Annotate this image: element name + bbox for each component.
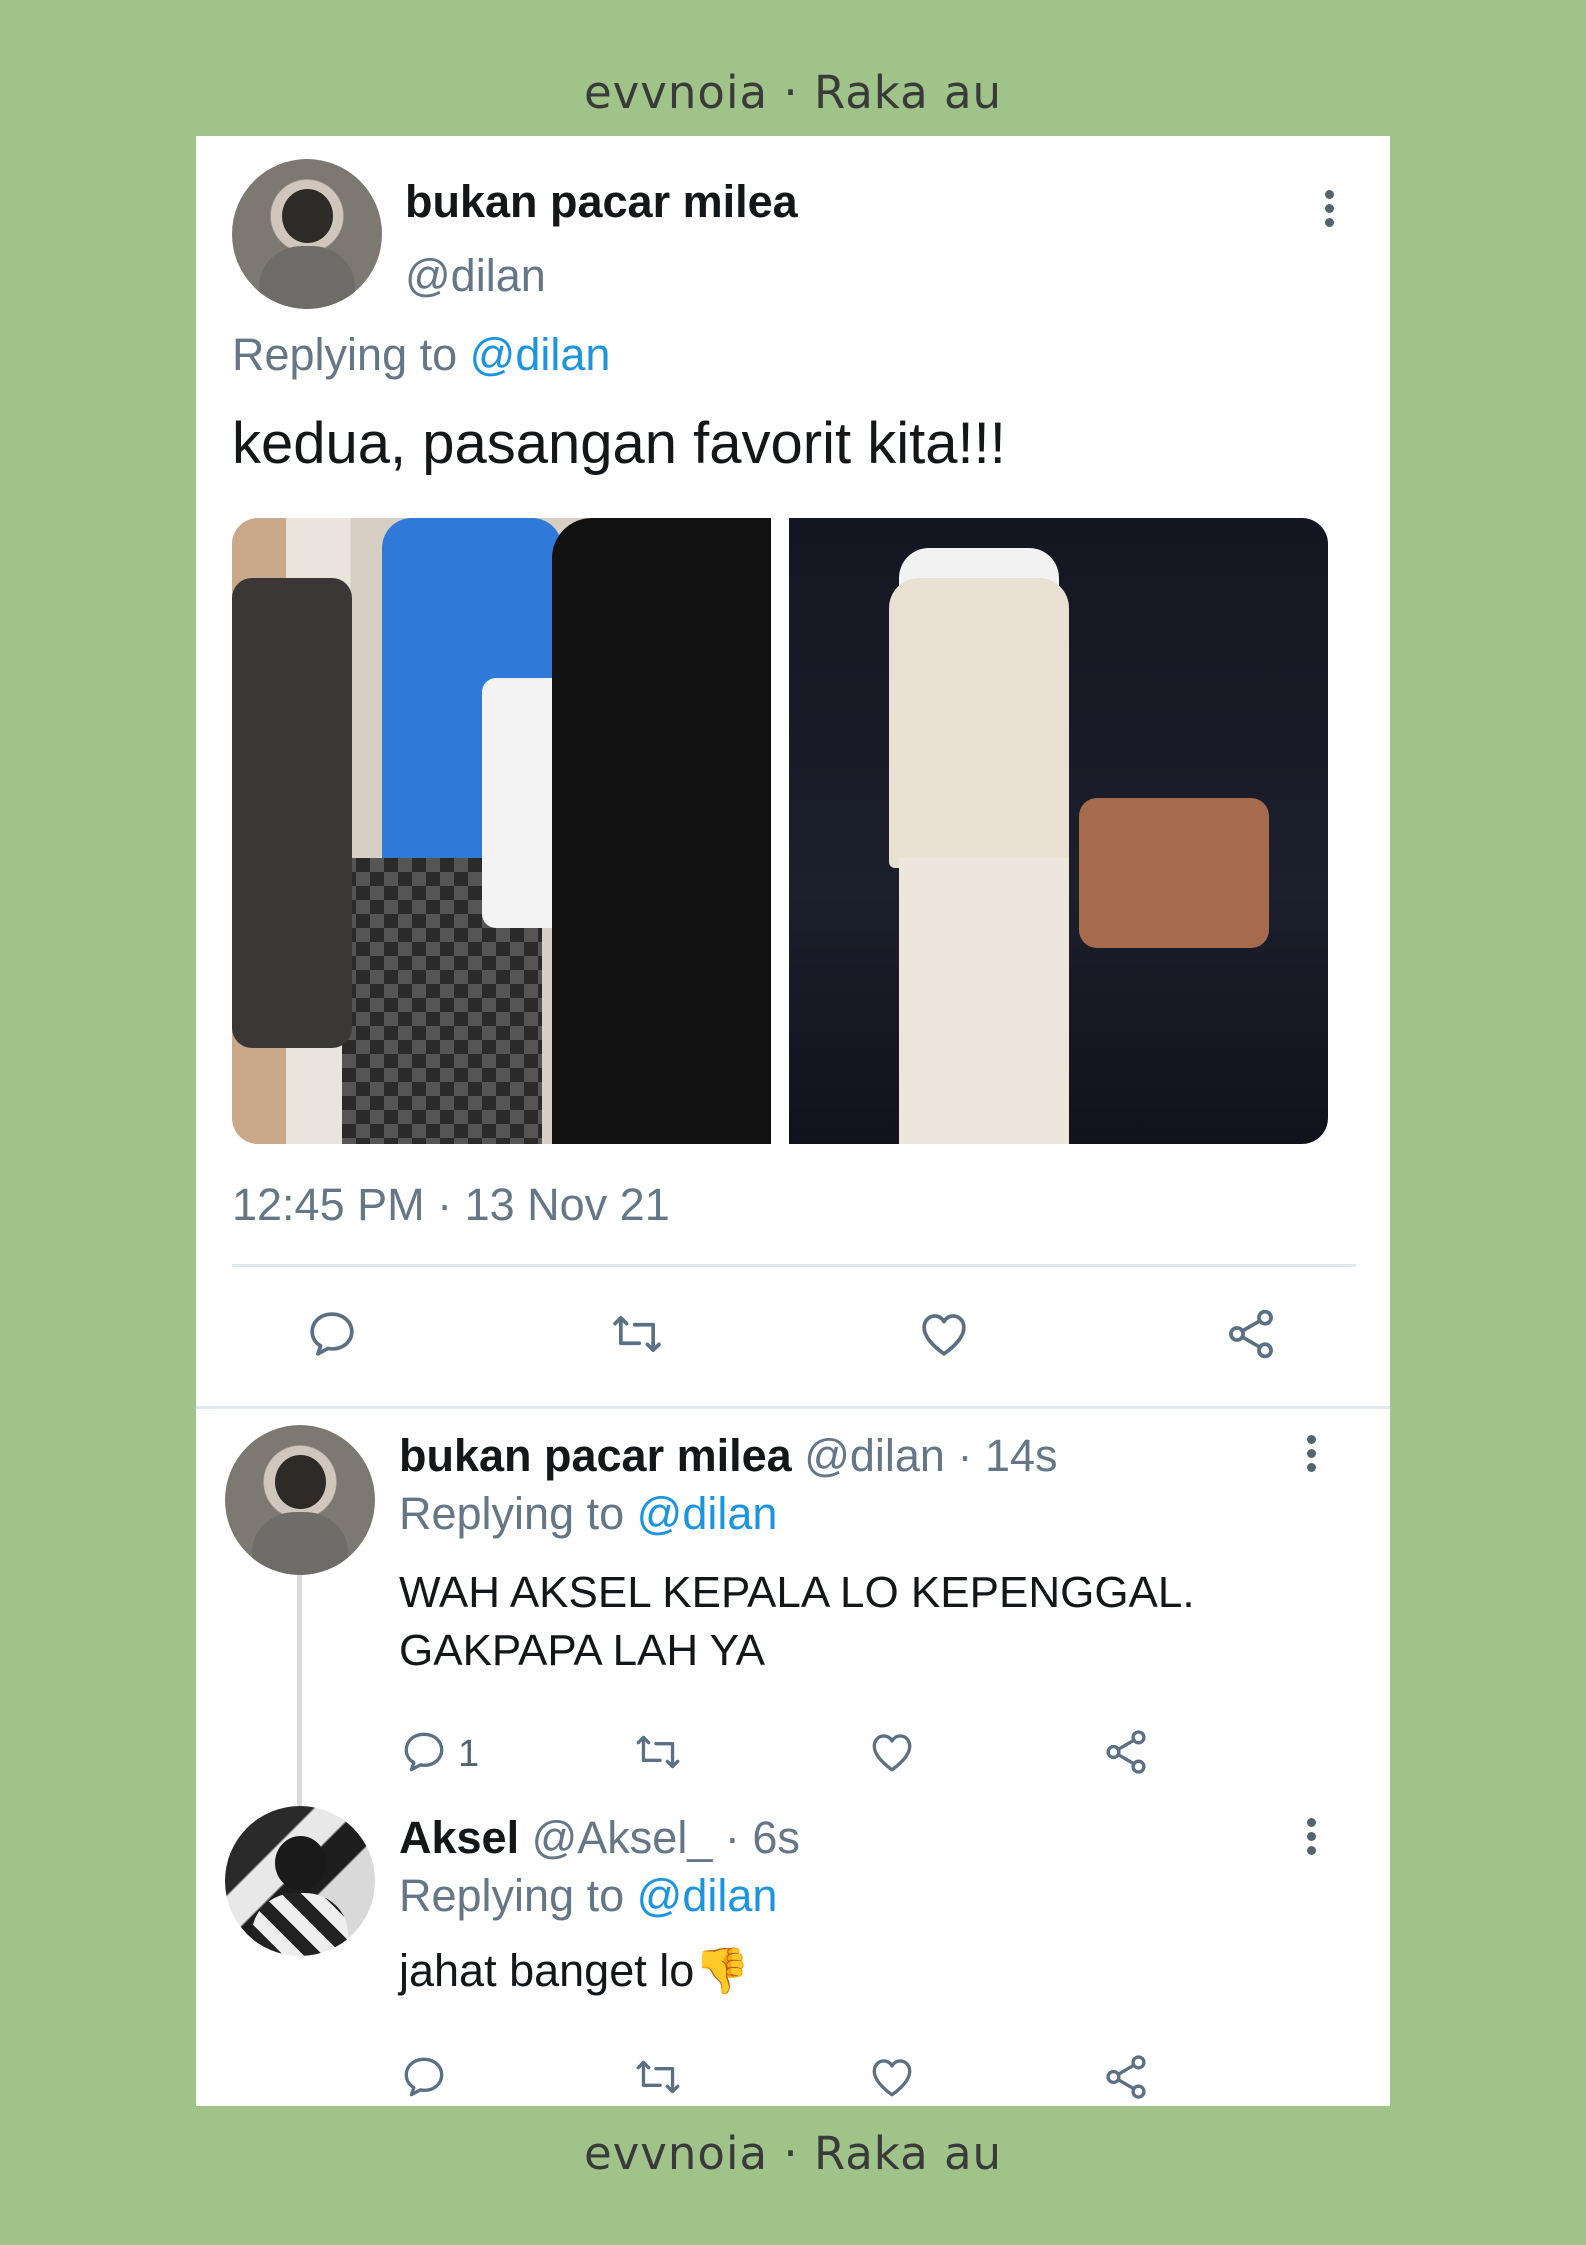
tweet-card: bukan pacar milea @dilan Replying to @di… <box>196 136 1390 2106</box>
avatar-head <box>274 1455 326 1509</box>
avatar-body <box>252 1512 348 1575</box>
avatar-reply-2[interactable] <box>225 1806 375 1956</box>
avatar-head <box>274 1836 326 1890</box>
replying-to-line: Replying to @dilan <box>232 329 610 381</box>
reply-2-replying-line: Replying to @dilan <box>399 1870 777 1922</box>
reply-1-text-line-2: GAKPAPA LAH YA <box>399 1626 766 1675</box>
avatar-body <box>259 246 355 309</box>
bystander <box>232 578 352 1048</box>
painted-pants <box>899 858 1069 1144</box>
black-outfit <box>552 518 771 1144</box>
retweet-icon[interactable] <box>631 1727 685 1777</box>
share-icon[interactable] <box>1101 2052 1151 2102</box>
section-separator <box>196 1406 1390 1409</box>
watermark-top: evvnoia · Raka au <box>583 66 1003 119</box>
avatar-reply-1[interactable] <box>225 1425 375 1575</box>
reply-2-author-name[interactable]: Aksel <box>399 1812 519 1863</box>
main-tweet-text: kedua, pasangan favorit kita!!! <box>232 411 1006 476</box>
replying-prefix: Replying to <box>232 329 458 380</box>
share-icon[interactable] <box>1222 1306 1280 1362</box>
reply-1-meta: @dilan · 14s <box>804 1430 1058 1481</box>
replying-mention-link[interactable]: @dilan <box>637 1488 778 1539</box>
share-icon[interactable] <box>1101 1727 1151 1777</box>
reply-1-text-line-1: WAH AKSEL KEPALA LO KEPENGGAL. <box>399 1568 1195 1617</box>
replying-prefix: Replying to <box>399 1870 625 1921</box>
reply-icon[interactable] <box>399 1727 449 1777</box>
reply-2-header: Aksel @Aksel_ · 6s <box>399 1812 800 1864</box>
more-vertical-icon[interactable] <box>1305 1818 1317 1860</box>
replying-prefix: Replying to <box>399 1488 625 1539</box>
reply-1-author-name[interactable]: bukan pacar milea <box>399 1430 792 1481</box>
avatar-body <box>252 1893 348 1956</box>
cream-vest <box>889 578 1069 868</box>
heart-icon[interactable] <box>867 1727 917 1777</box>
heart-icon[interactable] <box>867 2052 917 2102</box>
brown-bag <box>1079 798 1269 948</box>
reply-2-text: jahat banget lo👎 <box>399 1945 751 1996</box>
watermark-bottom: evvnoia · Raka au <box>583 2127 1003 2180</box>
main-author-handle[interactable]: @dilan <box>405 250 546 302</box>
replying-mention-link[interactable]: @dilan <box>470 329 611 380</box>
main-author-name[interactable]: bukan pacar milea <box>405 176 798 228</box>
retweet-icon[interactable] <box>607 1306 667 1362</box>
reply-1-text: WAH AKSEL KEPALA LO KEPENGGAL. GAKPAPA L… <box>399 1564 1195 1680</box>
divider <box>232 1264 1356 1267</box>
photo-right[interactable] <box>789 518 1328 1144</box>
photo-left[interactable] <box>232 518 771 1144</box>
more-vertical-icon[interactable] <box>1323 190 1335 232</box>
more-vertical-icon[interactable] <box>1305 1435 1317 1477</box>
reply-1-replying-line: Replying to @dilan <box>399 1488 777 1540</box>
retweet-icon[interactable] <box>631 2052 685 2102</box>
media-grid <box>232 518 1328 1144</box>
main-timestamp: 12:45 PM · 13 Nov 21 <box>232 1179 670 1230</box>
reply-2-meta: @Aksel_ · 6s <box>531 1812 800 1863</box>
replying-mention-link[interactable]: @dilan <box>637 1870 778 1921</box>
avatar-head <box>281 189 333 243</box>
reply-1-header: bukan pacar milea @dilan · 14s <box>399 1430 1058 1482</box>
heart-icon[interactable] <box>915 1306 973 1362</box>
reply-count: 1 <box>458 1733 480 1775</box>
avatar-main[interactable] <box>232 159 382 309</box>
reply-icon[interactable] <box>304 1306 360 1362</box>
reply-icon[interactable] <box>399 2052 449 2102</box>
